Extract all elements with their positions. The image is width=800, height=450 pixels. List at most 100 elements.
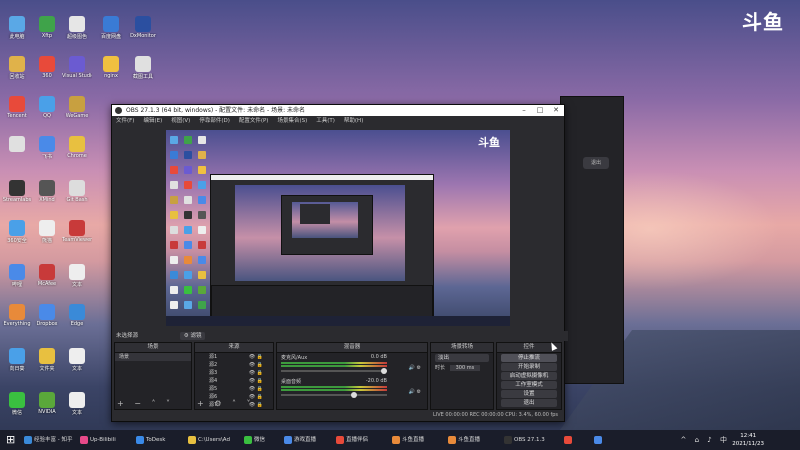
taskbar-item[interactable]: 斗鱼直播	[446, 433, 510, 447]
desktop-icon[interactable]: 360安全	[2, 220, 32, 244]
taskbar-item[interactable]: OBS 27.1.3	[502, 433, 570, 447]
source-item[interactable]: 源2 👁 🔒	[195, 361, 273, 369]
obs-titlebar[interactable]: OBS 27.1.3 (64 bit, windows) - 配置文件: 未命名…	[112, 105, 564, 116]
desktop-icon[interactable]: QQ	[32, 96, 62, 119]
nested-obs-window-2	[281, 195, 373, 255]
sources-dock: 来源 源1 👁 🔒 源2 👁 🔒 源3 👁 🔒 源4 👁 🔒 源5 👁 🔒 源6 👁 🔒 源7 👁 🔒 +…	[194, 342, 274, 410]
volume-fader[interactable]	[281, 370, 387, 372]
desktop-icon-label: McAfee	[37, 281, 57, 287]
desktop-icon[interactable]: 截图工具	[128, 56, 158, 80]
desktop-icon[interactable]: Chrome	[62, 136, 92, 159]
control-button[interactable]: 开始录制	[501, 363, 557, 371]
fader-knob[interactable]	[351, 392, 357, 398]
desktop-icon[interactable]: 此电脑	[2, 16, 32, 40]
desktop-icon[interactable]: WeGame	[62, 96, 92, 119]
volume-fader[interactable]	[281, 394, 387, 396]
exit-button[interactable]: 退出	[583, 157, 609, 169]
menu-item[interactable]: 停靠部件(D)	[199, 118, 230, 124]
maximize-icon[interactable]: □	[532, 105, 548, 116]
system-tray[interactable]: ^ ⌂ ♪ 中	[681, 435, 730, 445]
menu-item[interactable]: 编辑(E)	[143, 118, 162, 124]
desktop-icon[interactable]: Streamlabs	[2, 180, 32, 203]
control-button[interactable]: 设置	[501, 390, 557, 398]
menu-item[interactable]: 工具(T)	[316, 118, 335, 124]
desktop-icon[interactable]: Xftp	[32, 16, 62, 39]
eye-icon[interactable]: 👁 🔒	[249, 361, 263, 369]
scenes-toolbar[interactable]: + − ˄ ˅	[117, 399, 174, 408]
filters-button[interactable]: ⚙ 滤镜	[179, 332, 206, 340]
preview-icon	[184, 226, 192, 234]
douyu-client-window[interactable]: 退出	[560, 96, 624, 384]
menu-item[interactable]: 配置文件(P)	[239, 118, 269, 124]
source-item[interactable]: 源5 👁 🔒	[195, 385, 273, 393]
desktop-icon[interactable]: Git Bash	[62, 180, 92, 203]
desktop-icon[interactable]: Dropbox	[32, 304, 62, 327]
taskbar-item[interactable]: 斗鱼直播	[390, 433, 454, 447]
preview-icon	[170, 226, 178, 234]
taskbar-item[interactable]: 经验丰富 - 知乎	[22, 433, 86, 447]
desktop-icon[interactable]: XMind	[32, 180, 62, 203]
desktop-icon[interactable]: TeamViewer	[62, 220, 92, 243]
desktop-icon[interactable]: 向日葵	[2, 348, 32, 372]
desktop-icon[interactable]: Tencent	[2, 96, 32, 119]
scene-item[interactable]: 场景	[115, 353, 191, 361]
taskbar-item[interactable]: 游戏直播	[282, 433, 342, 447]
clock[interactable]: 12:41 2021/11/23	[732, 432, 764, 448]
desktop-icon[interactable]: Visual Studio	[62, 56, 92, 79]
preview-area: 斗鱼	[112, 126, 564, 331]
windows-start-icon[interactable]: ⊞	[6, 434, 18, 446]
taskbar-item[interactable]: C:\Users\Ad	[186, 433, 250, 447]
status-bar: LIVE 00:00:00 REC 00:00:00 CPU: 3.4%, 60…	[112, 410, 564, 421]
desktop-icon[interactable]: Edge	[62, 304, 92, 327]
desktop-icon[interactable]: 回收站	[2, 56, 32, 80]
eye-icon[interactable]: 👁 🔒	[249, 353, 263, 361]
desktop-icon[interactable]: McAfee	[32, 264, 62, 287]
menu-item[interactable]: 场景集合(S)	[277, 118, 307, 124]
menu-item[interactable]: 文件(F)	[116, 118, 134, 124]
eye-icon[interactable]: 👁 🔒	[249, 377, 263, 385]
menu-item[interactable]: 视图(V)	[171, 118, 190, 124]
duration-input[interactable]: 300 ms	[449, 365, 481, 371]
desktop-icon[interactable]: 熊猫	[32, 220, 62, 244]
preview-canvas[interactable]: 斗鱼	[166, 130, 510, 326]
speaker-icon[interactable]: 🔊 ⚙	[409, 389, 421, 395]
desktop-icon[interactable]: Everything	[2, 304, 32, 327]
control-button[interactable]: 停止推流	[501, 354, 557, 362]
desktop-icon[interactable]: NVIDIA	[32, 392, 62, 415]
taskbar-item[interactable]: ToDesk	[134, 433, 194, 447]
source-item[interactable]: 源4 👁 🔒	[195, 377, 273, 385]
app-icon	[9, 392, 25, 408]
taskbar-item[interactable]: Up-Bilibili	[78, 433, 142, 447]
taskbar-item[interactable]	[592, 433, 630, 447]
desktop-icon[interactable]: 文本	[62, 264, 92, 288]
fader-knob[interactable]	[381, 368, 387, 374]
desktop-icon[interactable]: 百度网盘	[96, 16, 126, 40]
app-icon	[9, 96, 25, 112]
control-button[interactable]: 工作室模式	[501, 381, 557, 389]
transition-select[interactable]: 淡出	[435, 354, 489, 362]
desktop-icon[interactable]: 飞书	[32, 136, 62, 160]
desktop-icon[interactable]	[2, 136, 32, 153]
minimize-icon[interactable]: –	[516, 105, 532, 116]
desktop-icon[interactable]: 微信	[2, 392, 32, 416]
eye-icon[interactable]: 👁 🔒	[249, 369, 263, 377]
desktop-icon[interactable]: DxMonitor	[128, 16, 158, 39]
desktop-icon[interactable]: 文本	[62, 348, 92, 372]
close-icon[interactable]: ✕	[548, 105, 564, 116]
speaker-icon[interactable]: 🔊 ⚙	[409, 365, 421, 371]
control-button[interactable]: 启动虚拟摄像机	[501, 372, 557, 380]
desktop-icon[interactable]: 超级图色	[62, 16, 92, 40]
eye-icon[interactable]: 👁 🔒	[249, 385, 263, 393]
menu-item[interactable]: 帮助(H)	[344, 118, 363, 124]
source-item[interactable]: 源1 👁 🔒	[195, 353, 273, 361]
desktop-icon[interactable]: 哔哩	[2, 264, 32, 288]
desktop-icon[interactable]: 文件夹	[32, 348, 62, 372]
control-button[interactable]: 退出	[501, 399, 557, 407]
sources-toolbar[interactable]: + ⚙ ˄ ˅	[197, 399, 255, 408]
taskbar-item[interactable]: 直播伴侣	[334, 433, 398, 447]
desktop-icon[interactable]: 文本	[62, 392, 92, 416]
obs-window[interactable]: OBS 27.1.3 (64 bit, windows) - 配置文件: 未命名…	[111, 104, 568, 422]
source-item[interactable]: 源3 👁 🔒	[195, 369, 273, 377]
desktop-icon[interactable]: nginx	[96, 56, 126, 79]
desktop-icon[interactable]: 360	[32, 56, 62, 79]
